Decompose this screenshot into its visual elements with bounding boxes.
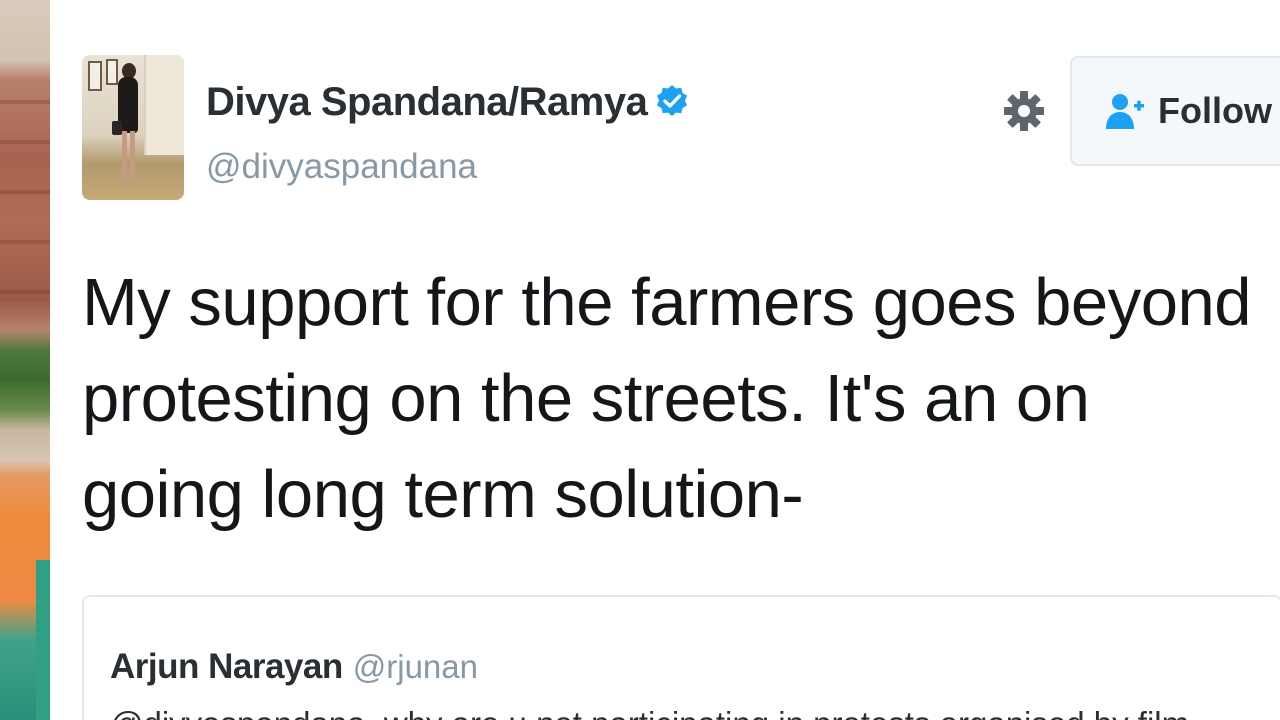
background-photo-strip [0, 0, 50, 720]
author-display-name[interactable]: Divya Spandana/Ramya [206, 80, 648, 125]
tweet-text: My support for the farmers goes beyond p… [82, 265, 1251, 532]
author-handle[interactable]: @divyaspandana [206, 147, 477, 187]
quoted-author-handle[interactable]: @rjunan [353, 648, 478, 686]
add-user-icon [1104, 91, 1146, 131]
follow-button-label: Follow [1158, 90, 1272, 131]
quoted-tweet[interactable]: Arjun Narayan @rjunan @divyaspandana, wh… [82, 595, 1280, 720]
verified-badge-icon [655, 83, 689, 117]
quoted-author-name[interactable]: Arjun Narayan [110, 647, 343, 687]
tweet-card: Divya Spandana/Ramya @divyaspandana Foll… [50, 0, 1280, 720]
quoted-tweet-text: @divyaspandana, why are u not participat… [110, 705, 1189, 720]
quoted-tweet-header: Arjun Narayan @rjunan [110, 647, 478, 687]
gear-icon[interactable] [1002, 85, 1046, 137]
screenshot-stage: Divya Spandana/Ramya @divyaspandana Foll… [0, 0, 1280, 720]
author-name[interactable]: Divya Spandana/Ramya [206, 80, 689, 125]
author-avatar[interactable] [82, 55, 184, 200]
follow-button[interactable]: Follow [1070, 56, 1280, 166]
